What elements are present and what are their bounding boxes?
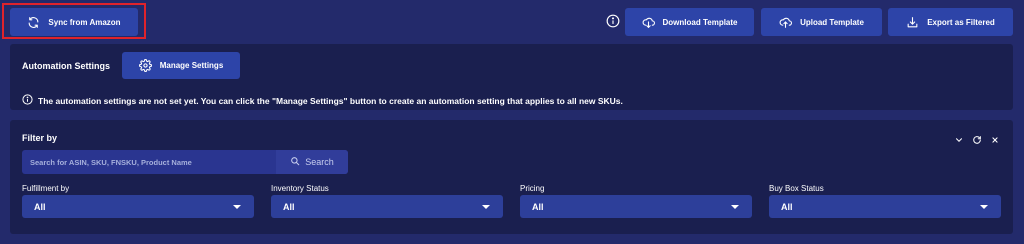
buy-box-status-value: All [781,201,793,212]
upload-label: Upload Template [800,17,864,27]
info-icon[interactable] [606,14,620,28]
fulfillment-by-value: All [34,201,46,212]
search-icon [290,156,300,168]
download-tray-icon [906,16,919,29]
automation-settings-title: Automation Settings [22,61,110,71]
manage-settings-label: Manage Settings [159,61,224,70]
search-box: Search [22,150,348,174]
cloud-download-icon [642,16,655,29]
upload-template-button[interactable]: Upload Template [761,8,882,36]
inventory-status-value: All [283,201,295,212]
export-label: Export as Filtered [927,17,995,27]
chevron-down-icon[interactable] [954,132,964,142]
inventory-status-select[interactable]: All [271,195,503,218]
close-icon[interactable] [990,132,1000,143]
fulfillment-by-select[interactable]: All [22,195,254,218]
cloud-upload-icon [779,16,793,29]
caret-down-icon [980,204,988,209]
buy-box-status-label: Buy Box Status [769,184,824,193]
pricing-value: All [532,201,544,212]
refresh-icon[interactable] [972,132,982,144]
search-button-label: Search [305,157,334,167]
fulfillment-by-label: Fulfillment by [22,184,70,193]
download-template-button[interactable]: Download Template [625,8,754,36]
caret-down-icon [731,204,739,209]
buy-box-status-select[interactable]: All [769,195,1001,218]
pricing-select[interactable]: All [520,195,752,218]
sync-icon [27,16,40,29]
pricing-label: Pricing [520,184,545,193]
automation-notice-text: The automation settings are not set yet.… [38,95,623,106]
search-button[interactable]: Search [276,150,348,174]
info-icon [22,94,33,107]
sync-label: Sync from Amazon [48,17,121,27]
download-label: Download Template [662,17,738,27]
caret-down-icon [482,204,490,209]
export-as-filtered-button[interactable]: Export as Filtered [888,8,1013,36]
filter-title: Filter by [22,133,58,143]
manage-settings-button[interactable]: Manage Settings [122,52,240,79]
inventory-status-label: Inventory Status [271,184,329,193]
sync-from-amazon-button[interactable]: Sync from Amazon [10,8,138,36]
automation-notice: The automation settings are not set yet.… [22,94,623,107]
filter-panel: Filter by Search Fulfillment by All Inve… [10,120,1013,234]
gear-icon [138,59,152,72]
search-input[interactable] [22,150,276,174]
automation-settings-panel: Automation Settings Manage Settings The … [10,44,1013,110]
caret-down-icon [233,204,241,209]
